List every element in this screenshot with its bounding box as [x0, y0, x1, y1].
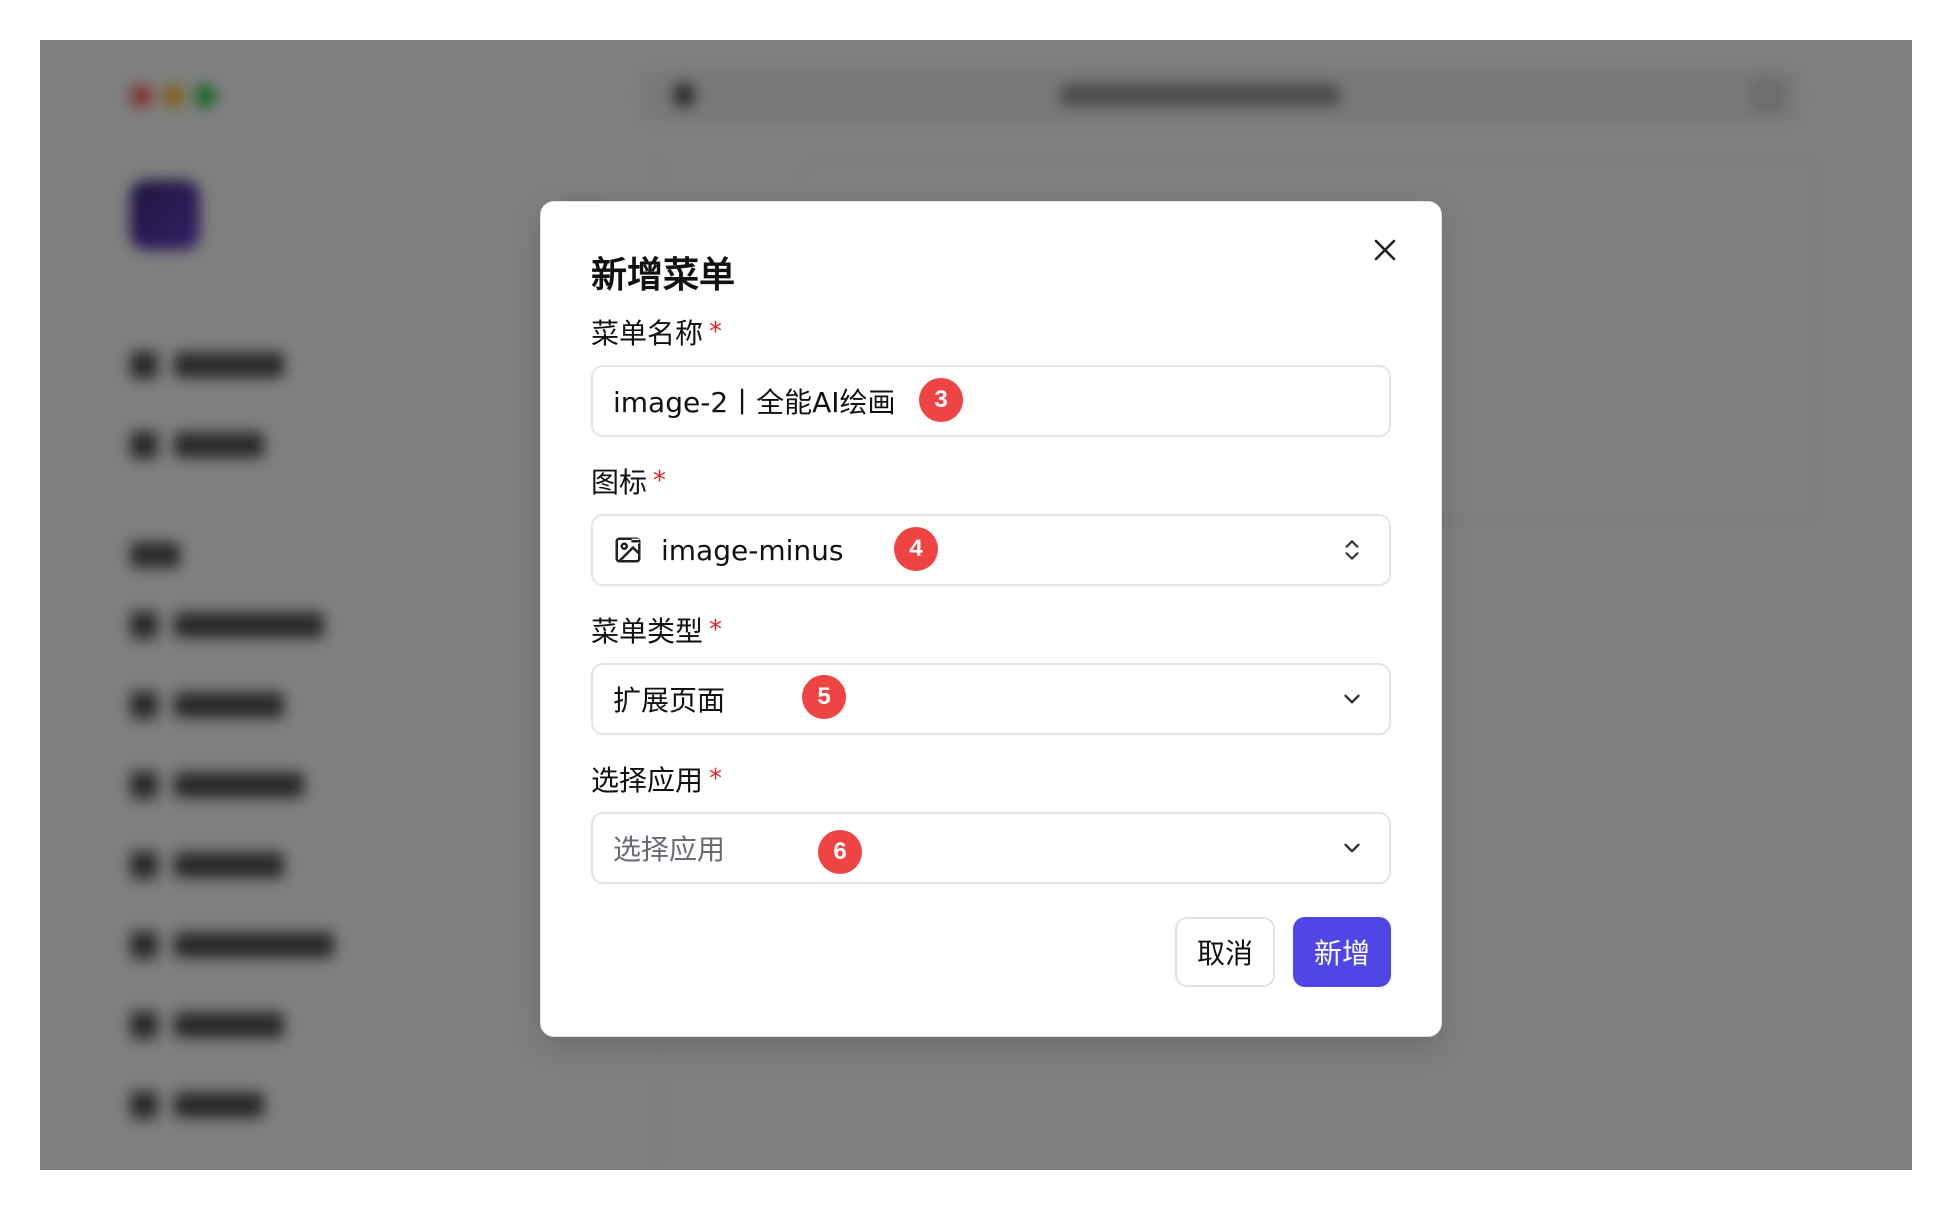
- chevrons-up-down-icon: [1345, 540, 1359, 560]
- menu-name-value: image-2丨全能AI绘画: [613, 386, 896, 419]
- chevron-down-icon: [1344, 694, 1360, 704]
- icon-label: 图标 *: [591, 461, 666, 501]
- required-mark: *: [709, 317, 723, 347]
- close-icon: [1374, 239, 1396, 261]
- menu-type-label-text: 菜单类型: [591, 615, 704, 648]
- app-select-label: 选择应用 *: [591, 759, 722, 799]
- image-minus-icon: [615, 537, 641, 563]
- menu-name-input[interactable]: image-2丨全能AI绘画: [591, 365, 1391, 437]
- menu-type-value: 扩展页面: [613, 684, 726, 717]
- required-mark: *: [709, 615, 723, 645]
- menu-type-select[interactable]: 扩展页面: [591, 663, 1391, 735]
- step-badge-4: 4: [894, 527, 938, 571]
- step-badge-6: 6: [818, 830, 862, 874]
- icon-select[interactable]: image-minus: [591, 514, 1391, 586]
- step-badge-3: 3: [919, 378, 963, 422]
- chevron-down-icon: [1344, 843, 1360, 853]
- cancel-button[interactable]: 取消: [1175, 917, 1275, 987]
- menu-name-label: 菜单名称 *: [591, 312, 722, 352]
- icon-label-text: 图标: [591, 466, 648, 499]
- app-select-label-text: 选择应用: [591, 764, 704, 797]
- close-dialog-button[interactable]: [1367, 232, 1403, 268]
- required-mark: *: [653, 466, 667, 496]
- app-select[interactable]: 选择应用: [591, 812, 1391, 884]
- menu-type-label: 菜单类型 *: [591, 610, 722, 650]
- app-select-placeholder: 选择应用: [613, 833, 726, 866]
- icon-select-value: image-minus: [661, 533, 844, 567]
- menu-name-label-text: 菜单名称: [591, 317, 704, 350]
- add-button[interactable]: 新增: [1293, 917, 1391, 987]
- step-badge-5: 5: [802, 675, 846, 719]
- add-menu-dialog: 新增菜单 菜单名称 * image-2丨全能AI绘画 3 图标 * image-…: [540, 201, 1442, 1037]
- required-mark: *: [709, 764, 723, 794]
- dialog-title: 新增菜单: [591, 255, 736, 296]
